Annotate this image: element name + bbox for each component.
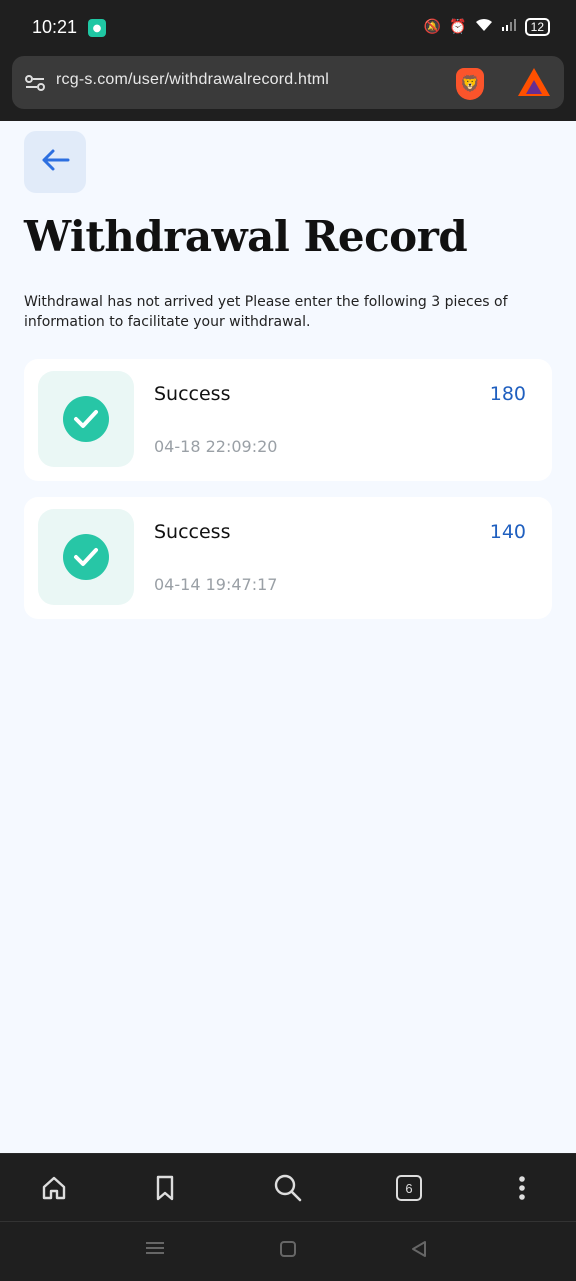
site-settings-icon[interactable] [24, 72, 46, 94]
home-button[interactable] [34, 1170, 74, 1206]
system-home-button[interactable] [279, 1240, 297, 1262]
battery-icon: 12 [524, 18, 550, 36]
triangle-back-icon [412, 1241, 426, 1257]
status-tile [38, 371, 134, 467]
brave-shields-icon[interactable]: 🦁 [456, 68, 484, 100]
alarm-icon: ⏰ [449, 19, 467, 35]
status-bar: 10:21 ● 🔕 ⏰ 12 [0, 0, 576, 56]
url-bar[interactable]: rcg-s.com/user/withdrawalrecord.html 🦁 [12, 56, 564, 109]
system-nav-bar [0, 1221, 576, 1281]
status-time: 10:21 [32, 17, 78, 37]
menu-icon [146, 1242, 164, 1254]
record-amount: 140 [489, 521, 526, 543]
record-status: Success [154, 521, 231, 543]
record-time: 04-18 22:09:20 [154, 437, 278, 456]
withdrawal-notice: Withdrawal has not arrived yet Please en… [24, 294, 508, 330]
brave-rewards-icon[interactable] [518, 68, 550, 96]
check-icon [63, 396, 109, 442]
tab-count-icon: 6 [396, 1175, 422, 1201]
recents-button[interactable] [146, 1240, 164, 1260]
status-icons: 🔕 ⏰ 12 [424, 18, 550, 36]
search-icon [274, 1174, 302, 1202]
arrow-left-icon [40, 148, 70, 176]
record-amount: 180 [489, 383, 526, 405]
tabs-button[interactable]: 6 [389, 1170, 429, 1206]
back-button[interactable] [24, 131, 86, 193]
page-title: Withdrawal Record [24, 212, 468, 261]
home-icon [42, 1176, 66, 1200]
browser-bottom-nav: 6 [0, 1153, 576, 1222]
browser-toolbar: rcg-s.com/user/withdrawalrecord.html 🦁 [0, 56, 576, 121]
url-text[interactable]: rcg-s.com/user/withdrawalrecord.html [56, 71, 329, 89]
check-icon [63, 534, 109, 580]
app-notification-icon: ● [88, 19, 106, 37]
list-item[interactable]: Success 04-14 19:47:17 140 [24, 497, 552, 619]
menu-button[interactable] [502, 1170, 542, 1206]
list-item[interactable]: Success 04-18 22:09:20 180 [24, 359, 552, 481]
system-back-button[interactable] [410, 1240, 428, 1262]
wifi-icon [475, 18, 493, 36]
square-icon [280, 1241, 296, 1257]
record-time: 04-14 19:47:17 [154, 575, 278, 594]
more-vert-icon [519, 1176, 525, 1200]
bookmark-button[interactable] [145, 1170, 185, 1206]
silent-icon: 🔕 [423, 19, 442, 35]
status-tile [38, 509, 134, 605]
search-button[interactable] [268, 1170, 308, 1206]
bookmark-icon [156, 1175, 174, 1201]
signal-icon [501, 19, 517, 35]
record-status: Success [154, 383, 231, 405]
